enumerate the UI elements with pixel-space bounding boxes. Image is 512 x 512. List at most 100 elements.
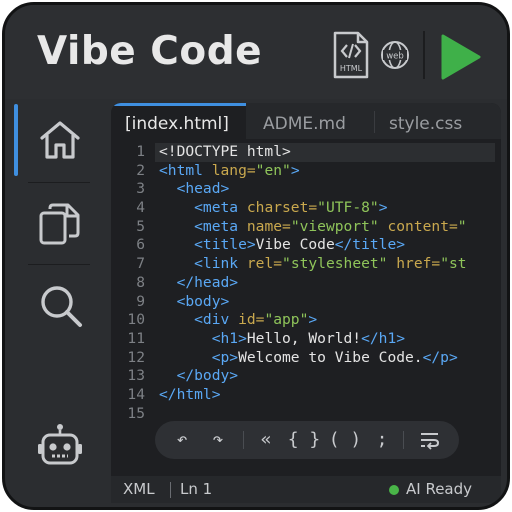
- code-token: <title>: [159, 236, 256, 254]
- line-number: 13: [127, 367, 145, 385]
- code-token: "st: [440, 255, 467, 273]
- sidebar-divider: [28, 264, 90, 265]
- line-number: 7: [136, 255, 145, 273]
- html-file-icon[interactable]: HTML: [332, 30, 370, 80]
- code-line[interactable]: 6 <title>Vibe Code</title>: [111, 236, 501, 255]
- insert-parens-button[interactable]: ( ): [327, 421, 363, 459]
- line-number: 2: [136, 161, 145, 179]
- editor-toolbar: ↶ ↷ « { } ( ) ;: [155, 421, 459, 459]
- code-text: <div id="app">: [159, 311, 317, 330]
- line-number: 14: [127, 385, 145, 403]
- back-button[interactable]: «: [253, 421, 279, 459]
- line-number: 12: [127, 348, 145, 366]
- code-text: <meta name="viewport" content=": [159, 217, 467, 237]
- code-line[interactable]: 7 <link rel="stylesheet" href="st: [111, 255, 501, 274]
- redo-button[interactable]: ↷: [205, 421, 231, 459]
- play-icon: [441, 34, 481, 80]
- code-token: <html: [159, 161, 212, 179]
- line-number: 3: [136, 180, 145, 198]
- word-wrap-button[interactable]: [415, 421, 445, 459]
- code-token: >: [378, 199, 388, 217]
- code-token: "app": [264, 311, 309, 329]
- code-text: <html lang="en">: [159, 162, 300, 181]
- run-button[interactable]: [437, 33, 483, 81]
- status-divider: [170, 482, 171, 498]
- html-file-icon-label: HTML: [340, 64, 363, 73]
- code-line[interactable]: 13 </body>: [111, 367, 501, 386]
- tab-index-html[interactable]: [index.html]: [111, 103, 246, 139]
- code-token: Vibe Code: [255, 236, 335, 254]
- code-line[interactable]: 9 <body>: [111, 293, 501, 312]
- code-text: <meta charset="UTF-8">: [159, 199, 387, 218]
- line-number: 10: [127, 311, 145, 329]
- code-token: id=: [238, 311, 265, 329]
- insert-semicolon-button[interactable]: ;: [369, 421, 395, 459]
- status-ai-ready: AI Ready: [406, 480, 473, 498]
- code-token: charset=: [246, 199, 318, 217]
- globe-web-icon[interactable]: web: [379, 39, 411, 71]
- line-number: 6: [136, 236, 145, 254]
- code-token: <body>: [159, 292, 230, 310]
- code-text: <p>Welcome to Vibe Code.</p>: [159, 349, 458, 368]
- code-token: lang=: [211, 161, 256, 179]
- code-token: name=: [246, 217, 291, 235]
- code-line[interactable]: 1 <!DOCTYPE html>: [111, 143, 501, 162]
- code-line[interactable]: 14 </html>: [111, 386, 501, 405]
- code-text: </head>: [159, 273, 239, 293]
- line-number: 11: [127, 329, 145, 347]
- sidebar: [14, 100, 111, 490]
- tab-readme-md[interactable]: ADME.md: [263, 103, 346, 139]
- line-number: 5: [136, 217, 145, 235]
- code-token: <link: [159, 255, 247, 273]
- status-cursor-position[interactable]: Ln 1: [180, 480, 212, 498]
- code-line[interactable]: 3 <head>: [111, 180, 501, 199]
- code-editor[interactable]: 1 <!DOCTYPE html> 2 <html lang="en"> 3 <head…: [111, 143, 501, 423]
- line-number: 8: [136, 273, 145, 291]
- code-token: Welcome to Vibe Code.: [238, 348, 423, 366]
- sidebar-divider: [28, 182, 90, 183]
- code-token: ": [457, 217, 467, 235]
- code-line[interactable]: 8 </head>: [111, 274, 501, 293]
- robot-icon: [38, 424, 82, 465]
- tab-bar: [index.html] ADME.md style.css: [111, 103, 501, 139]
- code-token: <h1>: [159, 329, 247, 347]
- code-line[interactable]: 10 <div id="app">: [111, 311, 501, 330]
- sidebar-item-search[interactable]: [14, 266, 104, 346]
- tab-style-css[interactable]: style.css: [389, 103, 462, 139]
- status-language[interactable]: XML: [123, 480, 155, 498]
- globe-web-icon-label: web: [386, 52, 404, 62]
- undo-button[interactable]: ↶: [169, 421, 195, 459]
- code-token: <!DOCTYPE html>: [159, 143, 291, 160]
- code-token: href=: [387, 255, 441, 273]
- insert-braces-button[interactable]: { }: [285, 421, 323, 459]
- sidebar-item-ai-assistant[interactable]: [14, 406, 104, 486]
- toolbar-divider: [243, 431, 244, 449]
- sidebar-item-files[interactable]: [14, 184, 104, 264]
- code-token: >: [290, 161, 300, 179]
- code-text: <head>: [159, 180, 230, 199]
- app-title: Vibe Code: [37, 29, 263, 74]
- code-text: </html>: [159, 386, 221, 405]
- code-token: <p>: [159, 348, 239, 366]
- code-line[interactable]: 12 <p>Welcome to Vibe Code.</p>: [111, 349, 501, 368]
- code-text: <title>Vibe Code</title>: [159, 236, 405, 255]
- editor-panel: [index.html] ADME.md style.css 1 <!DOCTYP…: [111, 103, 501, 503]
- code-token: </title>: [334, 236, 406, 254]
- copy-files-icon: [39, 203, 80, 245]
- code-text: <body>: [159, 292, 230, 312]
- code-line[interactable]: 4 <meta charset="UTF-8">: [111, 199, 501, 218]
- search-icon: [41, 286, 82, 327]
- code-token: </html>: [159, 385, 221, 403]
- header-divider: [423, 31, 425, 79]
- line-number: 4: [136, 199, 145, 217]
- sidebar-item-home[interactable]: [14, 100, 104, 180]
- code-line[interactable]: 5 <meta name="viewport" content=": [111, 218, 501, 237]
- code-token: </head>: [159, 273, 239, 291]
- status-bar: XML Ln 1 AI Ready: [111, 476, 501, 503]
- code-token: <meta: [159, 217, 247, 235]
- code-text: <link rel="stylesheet" href="st: [159, 255, 467, 274]
- code-token: Hello, World!: [246, 329, 362, 347]
- code-line[interactable]: 2 <html lang="en">: [111, 162, 501, 181]
- word-wrap-icon: [421, 433, 440, 450]
- code-line[interactable]: 11 <h1>Hello, World!</h1>: [111, 330, 501, 349]
